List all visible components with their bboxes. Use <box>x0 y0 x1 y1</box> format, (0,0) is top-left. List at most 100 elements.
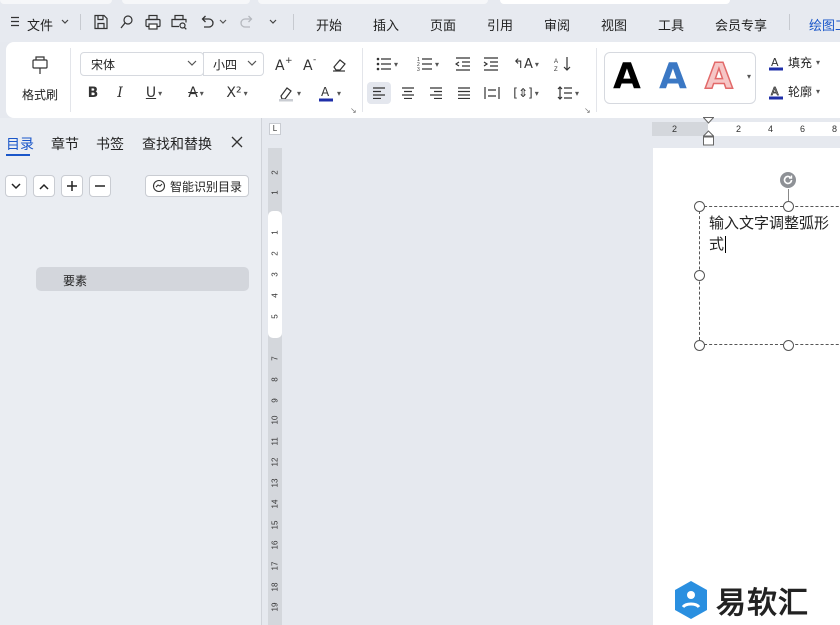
sort-icon[interactable]: AZ <box>552 53 574 75</box>
share-icon[interactable] <box>118 13 136 31</box>
text-box-content[interactable]: 输入文字调整弧形 式 <box>709 213 829 255</box>
tab-view[interactable]: 视图 <box>601 15 627 34</box>
align-right-icon[interactable] <box>424 82 448 104</box>
align-center-icon[interactable] <box>396 82 420 104</box>
chevron-down-icon[interactable] <box>219 19 227 25</box>
undo-icon[interactable] <box>198 13 216 31</box>
svg-text:A: A <box>303 58 313 72</box>
indent-marker-icon[interactable] <box>703 117 714 147</box>
collapse-level-button[interactable] <box>5 175 27 197</box>
window-tab-strip <box>0 0 112 4</box>
ruler-number: 7 <box>270 356 280 361</box>
resize-handle[interactable] <box>694 340 705 351</box>
expand-level-button[interactable] <box>33 175 55 197</box>
tab-insert[interactable]: 插入 <box>373 15 399 34</box>
add-heading-button[interactable] <box>61 175 83 197</box>
bullet-list-icon[interactable]: ▾ <box>372 53 402 75</box>
svg-text:A: A <box>275 58 285 72</box>
text-fill-button[interactable]: A 填充 ▾ <box>768 54 820 71</box>
line-spacing-icon[interactable]: ▾ <box>552 82 584 104</box>
hamburger-icon[interactable] <box>10 16 20 27</box>
paragraph-spacing-icon[interactable]: [⇕] ▾ <box>510 82 542 104</box>
nav-tab-toc[interactable]: 目录 <box>6 134 34 154</box>
justify-icon[interactable] <box>452 82 476 104</box>
format-painter-icon[interactable] <box>30 54 50 76</box>
tab-start[interactable]: 开始 <box>316 15 342 34</box>
font-dialog-launcher-icon[interactable]: ↘ <box>350 106 357 115</box>
increase-indent-icon[interactable] <box>480 53 502 75</box>
italic-icon[interactable]: I <box>110 82 130 104</box>
file-menu[interactable]: 文件 <box>27 15 53 34</box>
window-tab-strip <box>122 0 250 4</box>
divider <box>362 48 363 112</box>
text-outline-icon: A <box>769 84 783 99</box>
ruler-number: 14 <box>270 499 280 509</box>
bold-icon[interactable]: B <box>83 82 103 104</box>
smart-toc-label: 智能识别目录 <box>170 179 243 194</box>
toc-item-label: 要素 <box>63 274 88 288</box>
superscript-icon[interactable]: X² ▾ <box>222 82 252 104</box>
ruler-number: 2 <box>270 251 280 256</box>
chevron-down-icon <box>247 60 257 66</box>
text-art-style-gallery[interactable]: A A A <box>604 52 756 104</box>
svg-text:A: A <box>771 85 779 98</box>
smart-toc-button[interactable]: 智能识别目录 <box>145 175 249 197</box>
ruler-number: 3 <box>270 272 280 277</box>
font-size-select[interactable]: 小四 <box>203 52 264 76</box>
chevron-down-icon <box>187 60 197 66</box>
text-box[interactable]: 输入文字调整弧形 式 <box>699 206 840 345</box>
tab-drawing-tools[interactable]: 绘图工 <box>809 15 840 34</box>
gallery-more-icon[interactable]: ▾ <box>747 72 751 81</box>
tab-stop-selector[interactable]: L <box>269 123 281 135</box>
nav-tab-find-replace[interactable]: 查找和替换 <box>142 134 212 154</box>
art-style-blue[interactable]: A <box>659 56 687 97</box>
svg-text:-: - <box>313 56 316 65</box>
ruler-number: 15 <box>270 520 280 530</box>
clear-format-icon[interactable] <box>328 53 350 75</box>
ruler-number: 4 <box>768 124 774 134</box>
decrease-indent-icon[interactable] <box>452 53 474 75</box>
resize-handle[interactable] <box>783 340 794 351</box>
ruler-number: 2 <box>672 124 678 134</box>
resize-handle[interactable] <box>783 201 794 212</box>
nav-tab-bookmarks[interactable]: 书签 <box>96 134 124 154</box>
tab-page[interactable]: 页面 <box>430 15 456 34</box>
resize-handle[interactable] <box>694 201 705 212</box>
remove-heading-button[interactable] <box>89 175 111 197</box>
chevron-up-icon <box>39 183 49 190</box>
rotate-handle-icon[interactable] <box>779 171 797 189</box>
close-icon[interactable] <box>231 136 243 148</box>
list-item[interactable]: 要素 <box>36 267 249 291</box>
font-name-select[interactable]: 宋体 <box>80 52 204 76</box>
paragraph-dialog-launcher-icon[interactable]: ↘ <box>584 106 591 115</box>
font-color-icon[interactable]: A ▾ <box>314 82 344 104</box>
increase-font-size-icon[interactable]: A + <box>272 53 294 75</box>
resize-handle[interactable] <box>694 270 705 281</box>
nav-tab-chapters[interactable]: 章节 <box>51 134 79 154</box>
print-icon[interactable] <box>144 13 162 31</box>
print-preview-icon[interactable] <box>170 13 188 31</box>
underline-icon[interactable]: U ▾ <box>140 82 168 104</box>
tab-review[interactable]: 审阅 <box>544 15 570 34</box>
distributed-align-icon[interactable] <box>480 82 504 104</box>
format-painter-label[interactable]: 格式刷 <box>22 86 58 103</box>
text-outline-button[interactable]: A 轮廓 ▾ <box>768 83 820 100</box>
art-style-black[interactable]: A <box>613 56 641 97</box>
divider <box>80 14 81 30</box>
art-style-red-outline[interactable]: A <box>704 55 733 98</box>
text-fill-icon: A <box>769 56 783 70</box>
align-left-icon[interactable] <box>367 82 391 104</box>
tab-member[interactable]: 会员专享 <box>715 15 767 34</box>
document-page[interactable]: 输入文字调整弧形 式 <box>653 148 840 625</box>
decrease-font-size-icon[interactable]: A- <box>300 53 322 75</box>
numbered-list-icon[interactable]: 1 2 3 ▾ <box>412 53 444 75</box>
tab-tools[interactable]: 工具 <box>658 15 684 34</box>
strikethrough-icon[interactable]: A ▾ <box>182 82 210 104</box>
save-icon[interactable] <box>92 13 110 31</box>
tab-references[interactable]: 引用 <box>487 15 513 34</box>
more-quick-access-icon[interactable] <box>269 19 277 25</box>
highlight-color-icon[interactable]: ▾ <box>274 82 304 104</box>
text-direction-icon[interactable]: ↰A ▾ <box>510 53 542 75</box>
ruler-active-area <box>708 122 840 136</box>
ruler-number: 1 <box>270 190 280 195</box>
